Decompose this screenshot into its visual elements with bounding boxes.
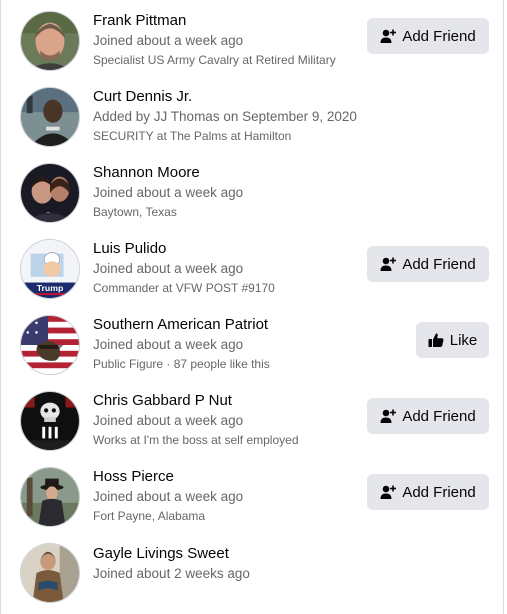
member-joined-text: Joined about a week ago [93,337,244,352]
member-detail-text: SECURITY at The Palms at Hamilton [93,129,292,143]
add-friend-icon [380,484,397,500]
member-avatar[interactable] [20,391,80,451]
member-row-shannon-moore: ~ Shannon Moore Joined about a week ago … [1,155,505,231]
member-name[interactable]: Frank Pittman [93,11,363,31]
member-row-gayle-livings-sweet: Gayle Livings Sweet Joined about 2 weeks… [1,535,505,611]
member-row-luis-pulido: Trump Luis Pulido Joined about a week ag… [1,231,505,307]
add-friend-button[interactable]: Add Friend [367,18,489,54]
member-avatar[interactable]: ~ [20,163,80,223]
member-avatar[interactable] [20,87,80,147]
add-friend-label: Add Friend [402,255,476,273]
member-avatar[interactable] [20,543,80,603]
member-detail-text: Commander at VFW POST #9170 [93,281,275,295]
member-row-curt-dennis: Curt Dennis Jr. Added by JJ Thomas on Se… [1,79,505,155]
member-detail-text: Public Figure · 87 people like this [93,357,270,371]
add-friend-button[interactable]: Add Friend [367,398,489,434]
svg-text:~: ~ [46,209,50,216]
member-joined-text: Joined about a week ago [93,185,244,200]
member-avatar[interactable] [20,467,80,527]
add-friend-label: Add Friend [402,483,476,501]
member-row-frank-pittman: Frank Pittman Joined about a week ago Sp… [1,3,505,79]
add-friend-icon [380,28,397,44]
add-friend-icon [380,256,397,272]
member-joined-text: Joined about a week ago [93,33,244,48]
member-name[interactable]: Chris Gabbard P Nut [93,391,363,411]
member-avatar[interactable] [20,11,80,71]
member-avatar[interactable]: Trump [20,239,80,299]
avatar-logo-text: Trump [37,283,64,293]
like-button[interactable]: Like [416,322,489,358]
member-detail-text: Works at I'm the boss at self employed [93,433,299,447]
member-name[interactable]: Gayle Livings Sweet [93,544,363,564]
member-name[interactable]: Hoss Pierce [93,467,363,487]
add-friend-button[interactable]: Add Friend [367,246,489,282]
thumbs-up-icon [428,332,444,348]
member-detail-text: Specialist US Army Cavalry at Retired Mi… [93,53,336,67]
member-row-southern-american-patriot: Southern American Patriot Joined about a… [1,307,505,383]
member-name[interactable]: Shannon Moore [93,163,363,183]
add-friend-button[interactable]: Add Friend [367,474,489,510]
member-row-hoss-pierce: Hoss Pierce Joined about a week ago Fort… [1,459,505,535]
member-joined-text: Joined about a week ago [93,413,244,428]
add-friend-icon [380,408,397,424]
member-avatar[interactable] [20,315,80,375]
member-joined-text: Added by JJ Thomas on September 9, 2020 [93,109,357,124]
member-joined-text: Joined about a week ago [93,261,244,276]
member-list-panel: Frank Pittman Joined about a week ago Sp… [0,0,504,614]
member-row-chris-gabbard: Chris Gabbard P Nut Joined about a week … [1,383,505,459]
member-name[interactable]: Luis Pulido [93,239,363,259]
like-label: Like [449,331,478,349]
add-friend-label: Add Friend [402,27,476,45]
member-detail-text: Baytown, Texas [93,205,177,219]
member-name[interactable]: Southern American Patriot [93,315,363,335]
member-detail-text: Fort Payne, Alabama [93,509,206,523]
member-joined-text: Joined about 2 weeks ago [93,566,250,581]
member-name[interactable]: Curt Dennis Jr. [93,87,363,107]
member-joined-text: Joined about a week ago [93,489,244,504]
add-friend-label: Add Friend [402,407,476,425]
